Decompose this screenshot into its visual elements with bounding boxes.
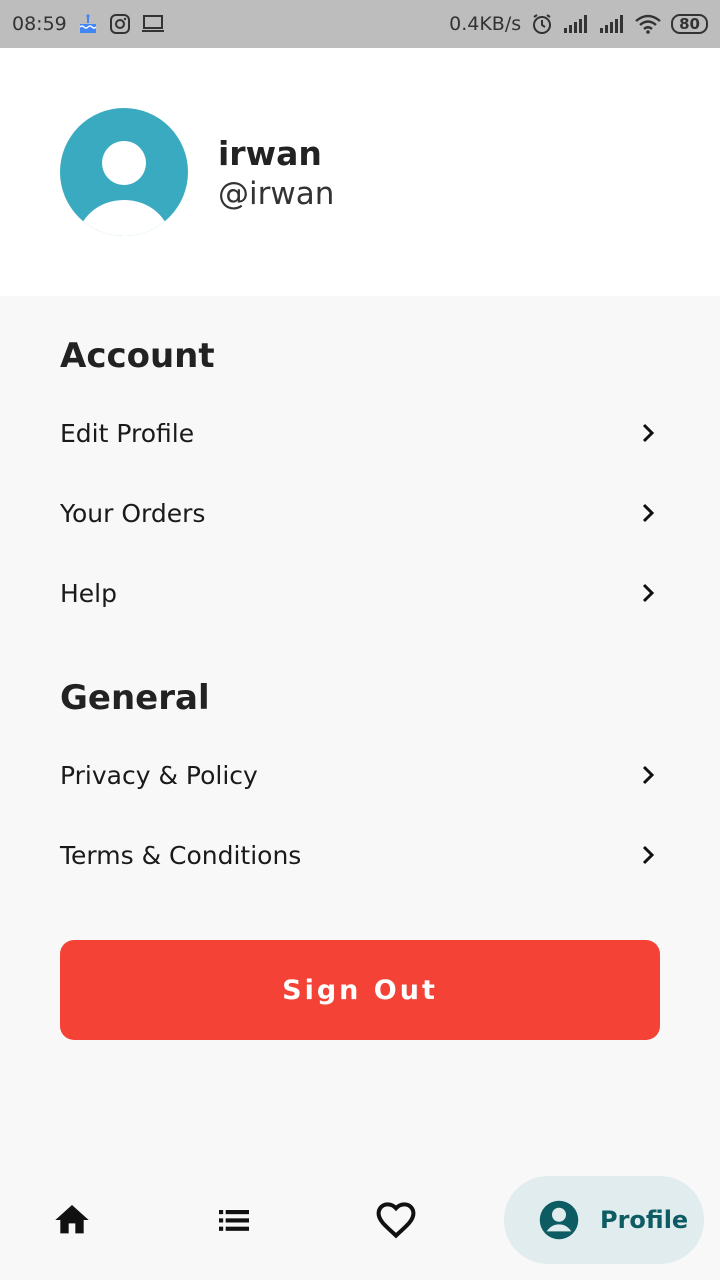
- menu-item-edit-profile[interactable]: Edit Profile: [60, 403, 660, 463]
- heart-icon: [376, 1202, 416, 1239]
- alarm-icon: [531, 13, 553, 35]
- status-bar-right: 0.4KB/s 80: [449, 13, 708, 35]
- menu-item-label: Your Orders: [60, 498, 206, 528]
- general-section-title: General: [60, 678, 210, 718]
- avatar[interactable]: [60, 108, 188, 236]
- menu-item-label: Edit Profile: [60, 418, 195, 448]
- user-handle: @irwan: [218, 176, 335, 212]
- profile-icon: [539, 1200, 579, 1240]
- bottom-nav: Profile: [0, 1160, 720, 1280]
- cake-icon: [77, 13, 99, 35]
- status-time: 08:59: [12, 13, 67, 35]
- nav-list[interactable]: [210, 1196, 258, 1244]
- menu-item-label: Terms & Conditions: [60, 840, 302, 870]
- menu-item-help[interactable]: Help: [60, 563, 660, 623]
- wifi-icon: [635, 14, 661, 34]
- chevron-right-icon: [642, 765, 655, 785]
- chevron-right-icon: [642, 845, 655, 865]
- profile-header: irwan @irwan: [0, 48, 720, 296]
- signal-icon: [563, 14, 589, 34]
- nav-profile[interactable]: Profile: [504, 1176, 704, 1264]
- battery-icon: 80: [671, 14, 708, 34]
- menu-item-terms-conditions[interactable]: Terms & Conditions: [60, 825, 660, 885]
- instagram-icon: [109, 13, 131, 35]
- chevron-right-icon: [642, 583, 655, 603]
- menu-item-your-orders[interactable]: Your Orders: [60, 483, 660, 543]
- menu-item-label: Help: [60, 578, 117, 608]
- status-bar: 08:59 0.4KB/s 80: [0, 0, 720, 48]
- account-section-title: Account: [60, 336, 215, 376]
- sign-out-button[interactable]: Sign Out: [60, 940, 660, 1040]
- chevron-right-icon: [642, 503, 655, 523]
- avatar-body: [78, 200, 170, 236]
- menu-item-label: Privacy & Policy: [60, 760, 258, 790]
- laptop-icon: [141, 13, 165, 35]
- chevron-right-icon: [642, 423, 655, 443]
- avatar-head: [102, 141, 146, 185]
- status-bar-left: 08:59: [12, 13, 165, 35]
- nav-favorites[interactable]: [372, 1196, 420, 1244]
- nav-home[interactable]: [48, 1196, 96, 1244]
- user-name: irwan: [218, 134, 322, 173]
- net-speed: 0.4KB/s: [449, 13, 522, 35]
- menu-item-privacy-policy[interactable]: Privacy & Policy: [60, 745, 660, 805]
- home-icon: [55, 1205, 89, 1234]
- list-icon: [219, 1210, 249, 1231]
- nav-profile-label: Profile: [600, 1206, 689, 1234]
- signal-icon: [599, 14, 625, 34]
- battery-level: 80: [679, 15, 700, 33]
